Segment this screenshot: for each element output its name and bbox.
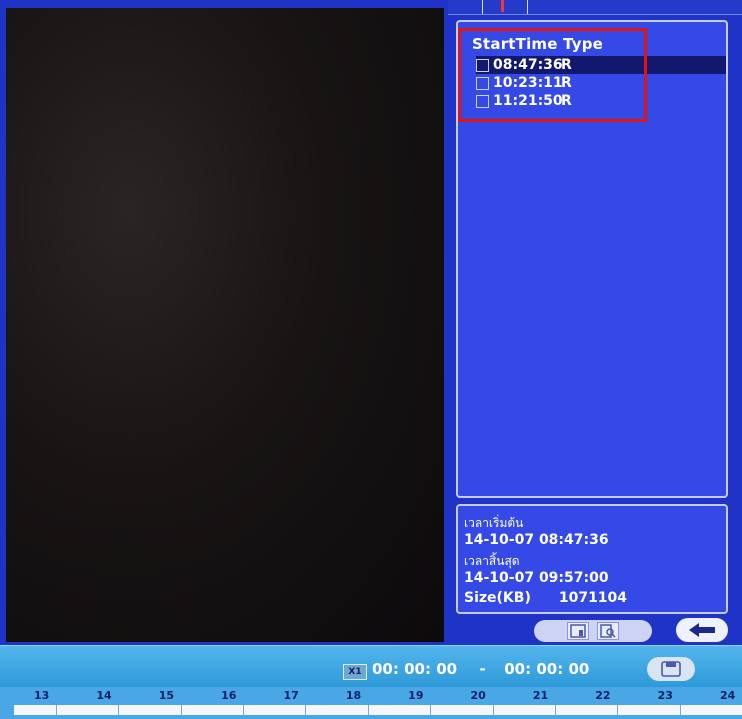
video-playback-area[interactable]	[6, 8, 444, 642]
end-time-value: 14-10-07 09:57:00	[464, 570, 609, 586]
clip-time-range: 00: 00: 00 - 00: 00: 00	[372, 660, 589, 678]
file-start-time: 10:23:11	[493, 75, 563, 91]
save-icon	[661, 661, 681, 677]
size-row: Size(KB) 1071104	[464, 590, 627, 606]
file-row[interactable]: 08:47:36 R	[476, 56, 726, 74]
playback-speed-indicator[interactable]: X1	[343, 664, 367, 680]
file-info-panel: เวลาเริ่มต้น 14-10-07 08:47:36 เวลาสิ้นส…	[456, 504, 728, 614]
end-time-label: เวลาสิ้นสุด	[464, 554, 520, 568]
clip-end-time: 00: 00: 00	[504, 660, 590, 678]
back-button[interactable]	[676, 618, 728, 642]
timeline-tick	[118, 705, 120, 715]
size-label: Size(KB)	[464, 590, 531, 606]
start-time-value: 14-10-07 08:47:36	[464, 532, 609, 548]
file-list-header: StartTime Type	[472, 35, 604, 53]
date-stamp: 07-10-2014	[706, 24, 742, 254]
file-type: R	[561, 75, 572, 91]
timeline-track[interactable]	[14, 705, 742, 715]
timeline-hour-label: 15	[158, 689, 175, 702]
clip-start-time: 00: 00: 00	[372, 660, 458, 678]
file-checkbox[interactable]	[476, 76, 489, 90]
size-value: 1071104	[558, 590, 628, 606]
timeline-tick	[492, 705, 494, 715]
timeline-hour-label: 20	[470, 689, 486, 702]
file-type: R	[561, 93, 572, 109]
timeline-hour-label: 24	[720, 689, 736, 702]
file-row[interactable]: 10:23:11 R	[476, 74, 726, 92]
file-start-time: 08:47:36	[493, 57, 563, 73]
clip-icon	[570, 624, 586, 638]
clip-backup-buttons	[534, 620, 652, 642]
save-clip-button[interactable]	[647, 657, 695, 681]
timeline-hour-label: 17	[283, 689, 299, 702]
timeline-tick	[679, 705, 681, 715]
timeline-tick	[367, 705, 369, 715]
timeline-hour-label: 18	[345, 689, 362, 702]
red-marker-tick	[501, 0, 504, 12]
timeline-tick	[180, 705, 182, 715]
file-start-time: 11:21:50	[493, 93, 563, 109]
record-file-list: StartTime Type 08:47:36 R 10:23:11 R 11:…	[456, 20, 728, 498]
playback-control-bar	[0, 645, 742, 688]
dvr-playback-screen: StartTime Type 08:47:36 R 10:23:11 R 11:…	[0, 0, 742, 719]
timeline-bar[interactable]: 13 14 15 16 17 18 19 20 21 22 23 24	[0, 687, 742, 719]
timeline-tick	[305, 705, 307, 715]
clip-button[interactable]	[567, 622, 589, 640]
timeline-tick	[430, 705, 432, 715]
file-type: R	[561, 57, 572, 73]
search-file-button[interactable]	[597, 622, 619, 640]
timeline-tick	[617, 705, 619, 715]
timeline-tick	[56, 705, 57, 715]
start-time-label: เวลาเริ่มต้น	[464, 516, 524, 530]
timeline-hour-label: 16	[221, 689, 237, 702]
timeline-hour-label: 22	[595, 689, 611, 702]
timeline-hour-label: 14	[96, 689, 112, 702]
arrow-left-icon	[689, 623, 715, 637]
file-checkbox[interactable]	[476, 94, 489, 108]
timeline-hour-label: 23	[657, 689, 673, 702]
top-time-marker	[482, 0, 528, 14]
clip-separator: -	[479, 660, 486, 678]
timeline-tick	[554, 705, 556, 715]
file-checkbox[interactable]	[476, 58, 489, 72]
timeline-tick	[243, 705, 245, 715]
timeline-hour-label: 19	[408, 689, 424, 702]
file-row[interactable]: 11:21:50 R	[476, 92, 726, 110]
timeline-hour-label: 13	[34, 689, 50, 702]
search-icon	[600, 624, 616, 638]
timeline-hour-label: 21	[532, 689, 549, 702]
